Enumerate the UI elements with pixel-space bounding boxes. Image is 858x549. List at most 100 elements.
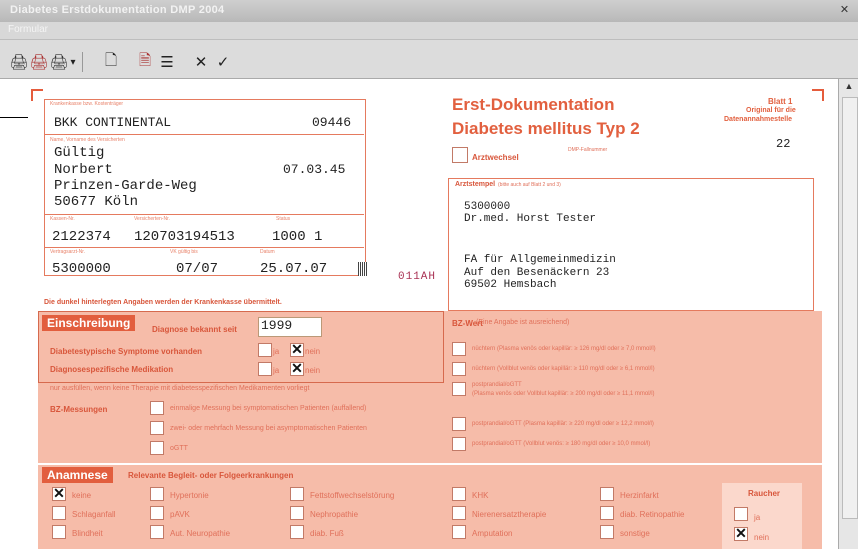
valid-until[interactable]: 07/07 [176,261,218,277]
raucher-nein-checkbox[interactable]: ✕ [734,526,748,541]
nw1-label: nüchtern (Plasma venös oder kapillär: ≥ … [472,346,656,352]
versicherten-label: Versicherten-Nr. [134,216,170,222]
bz-wert-sublabel: (Eine Angabe ist ausreichend) [476,319,570,326]
form-canvas: Krankenkasse bzw. Kostenträger BKK CONTI… [0,79,838,549]
sonstige-checkbox[interactable] [600,525,614,539]
birthdate[interactable]: 07.03.45 [283,162,345,177]
patient-street[interactable]: Prinzen-Garde-Weg [54,178,197,194]
nephropathie-checkbox[interactable] [290,506,304,520]
arzt-stamp-line3: FA für Allgemeinmedizin [464,254,616,266]
versicherten-number[interactable]: 120703194513 [134,229,235,245]
diagnose-year-input[interactable]: 1999 [258,317,322,337]
barcode-icon [358,262,368,276]
status-value[interactable]: 1000 1 [272,229,322,245]
insurer-name[interactable]: BKK CONTINENTAL [54,115,171,130]
corner-mark [31,89,43,101]
arzt-stamp-line1: 5300000 [464,201,511,213]
nw5-checkbox[interactable] [452,437,466,451]
divider [44,134,364,135]
nw4-checkbox[interactable] [452,417,466,431]
pavk-checkbox[interactable] [150,506,164,520]
medikation-nein-checkbox[interactable]: ✕ [290,361,304,376]
anamnese-sublabel: Relevante Begleit- oder Folgeerkrankunge… [128,471,294,480]
raucher-label: Raucher [748,489,781,498]
margin-rule [0,117,28,118]
symptome-nein-checkbox[interactable]: ✕ [290,342,304,357]
retinopathie-checkbox[interactable] [600,506,614,520]
bz-hint: nur ausfüllen, wenn keine Therapie mit d… [50,385,310,392]
kassen-label: Kassen-Nr. [50,216,75,222]
cancel-icon[interactable]: ✕ [192,52,210,72]
divider [44,247,364,248]
anamnese-item: diab. Fuß [310,529,344,538]
vertical-scrollbar[interactable]: ▲ [838,79,858,549]
medikation-ja-label: ja [273,366,280,375]
nw1-checkbox[interactable] [452,342,466,356]
print-icon[interactable]: 🖨 [9,52,28,72]
neuropathie-checkbox[interactable] [150,525,164,539]
patient-name-line1[interactable]: Gültig [54,145,104,161]
symptome-label: Diabetestypische Symptome vorhanden [50,347,203,356]
arzt-number[interactable]: 5300000 [52,261,111,277]
close-icon[interactable]: ✕ [837,3,852,17]
nierenersatz-checkbox[interactable] [452,506,466,520]
transmission-notice: Die dunkel hinterlegten Angaben werden d… [44,299,282,306]
hypertonie-checkbox[interactable] [150,487,164,501]
sheet-label: Blatt 1 [768,97,793,106]
medikation-ja-checkbox[interactable] [258,362,272,376]
symptome-nein-label: nein [305,347,321,356]
blindheit-checkbox[interactable] [52,525,66,539]
form-date[interactable]: 25.07.07 [260,261,327,277]
print-options-icon[interactable]: 🖨 [49,52,68,72]
new-document-icon[interactable]: 🗋 [102,52,120,72]
raucher-ja-label: ja [754,513,761,522]
print-red-icon[interactable]: 🖨 [29,52,48,72]
khk-checkbox[interactable] [452,487,466,501]
anamnese-item: KHK [472,491,489,500]
nw2-checkbox[interactable] [452,362,466,376]
patient-name-line2[interactable]: Norbert [54,162,113,178]
patient-city[interactable]: 50677 Köln [54,194,138,210]
keine-checkbox[interactable]: ✕ [52,486,66,501]
anamnese-item: Nephropathie [310,510,359,519]
anamnese-item: Aut. Neuropathie [170,529,231,538]
diagnose-label: Diagnose bekannt seit [152,325,237,334]
arztwechsel-checkbox[interactable] [452,147,468,163]
symptome-ja-checkbox[interactable] [258,343,272,357]
dmp-fallnummer-label: DMP-Fallnummer [568,147,608,153]
arzt-stamp-line4: Auf den Besenäckern 23 [464,267,610,279]
insurer-number[interactable]: 09446 [312,115,351,130]
herzinfarkt-checkbox[interactable] [600,487,614,501]
diab-fuss-checkbox[interactable] [290,525,304,539]
amputation-checkbox[interactable] [452,525,466,539]
bz2-checkbox[interactable] [150,421,164,435]
nw3-checkbox[interactable] [452,382,466,396]
scroll-up-icon[interactable]: ▲ [841,81,857,95]
bz-messungen-label: BZ-Messungen [50,405,108,414]
kassen-number[interactable]: 2122374 [52,229,111,245]
title-bar: Diabetes Erstdokumentation DMP 2004 ✕ [0,0,858,22]
anamnese-item: Blindheit [72,529,103,538]
anamnese-item: keine [72,491,92,500]
arztstempel-box [448,178,814,311]
arzt-stamp-line5: 69502 Hemsbach [464,279,557,291]
schlaganfall-checkbox[interactable] [52,506,66,520]
scrollbar-thumb[interactable] [842,97,858,519]
einschreibung-title: Einschreibung [42,315,136,331]
nw3-label: postprandial/oGTT [472,382,522,388]
nw3-sublabel: (Plasma venös oder Vollblut kapillär: ≥ … [472,391,655,397]
preview-icon[interactable]: 🗎 [136,52,154,72]
bz1-checkbox[interactable] [150,401,164,415]
fettstoffwechsel-checkbox[interactable] [290,487,304,501]
date-label: Datum [260,249,275,255]
chevron-down-icon[interactable]: ▾ [68,52,78,72]
menu-item-formular[interactable]: Formular [8,24,48,35]
doc-subtitle: Diabetes mellitus Typ 2 [452,119,640,138]
anamnese-item: Herzinfarkt [620,491,659,500]
list-icon[interactable]: ☰ [158,52,176,72]
raucher-ja-checkbox[interactable] [734,507,748,521]
medikation-label: Diagnosespezifische Medikation [50,365,174,374]
arztstempel-sublabel: (bitte auch auf Blatt 2 und 3) [498,182,561,188]
bz3-checkbox[interactable] [150,441,164,455]
confirm-icon[interactable]: ✓ [214,52,232,72]
